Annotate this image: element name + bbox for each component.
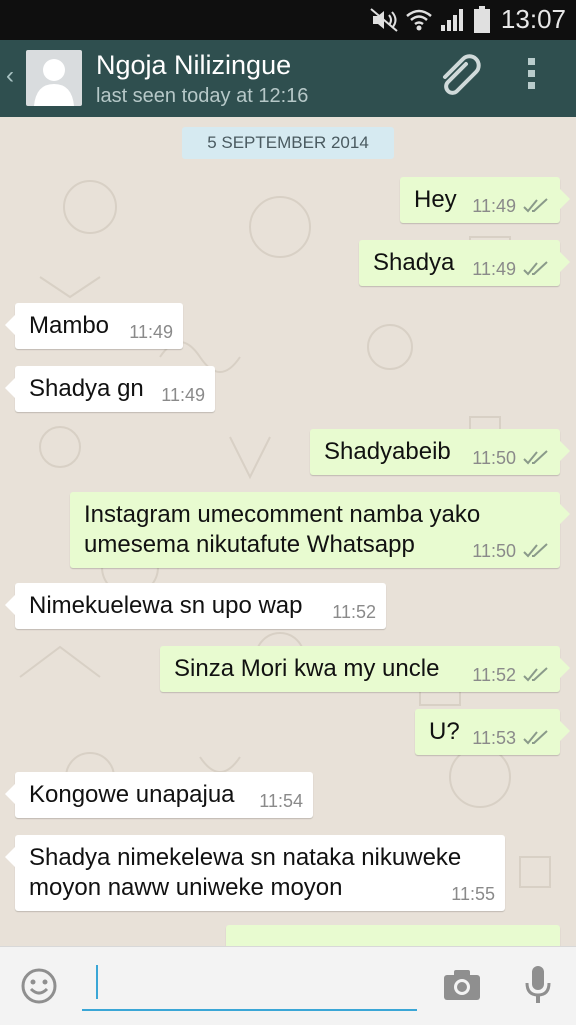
outgoing-message[interactable]: Shadya 11:49 [359,240,570,286]
text-cursor [96,965,98,999]
outgoing-message-partial[interactable] [226,925,560,946]
delivered-ticks-icon [523,730,548,745]
overflow-menu-icon[interactable] [528,58,538,94]
contact-name[interactable]: Ngoja Nilizingue [96,50,291,81]
outgoing-message[interactable]: U? 11:53 [415,709,570,755]
bubble-tail [5,784,15,804]
outgoing-message[interactable]: Hey 11:49 [400,177,570,223]
bubble-tail [560,658,570,678]
delivered-ticks-icon [523,450,548,465]
outgoing-message[interactable]: Shadyabeib 11:50 [310,429,570,475]
outgoing-message[interactable]: Sinza Mori kwa my uncle 11:52 [160,646,570,692]
incoming-message[interactable]: Kongowe unapajua 11:54 [5,772,313,818]
message-text: Mambo [29,312,110,339]
message-time: 11:53 [472,728,516,748]
signal-icon [441,9,463,31]
message-text: Instagram umecomment namba yako umesema … [84,501,481,558]
message-time: 11:49 [472,259,516,279]
camera-icon[interactable] [443,969,481,1006]
message-time: 11:52 [332,602,376,622]
message-text: Kongowe unapajua [29,781,235,808]
message-text: Shadya nimekelewa sn nataka nikuweke moy… [29,844,462,901]
message-text: Hey [414,186,457,213]
bubble-tail [560,721,570,741]
default-avatar-icon [34,59,74,106]
last-seen-status: last seen today at 12:16 [96,85,309,107]
message-time: 11:49 [129,322,173,342]
battery-icon [474,6,490,33]
mute-icon [370,8,398,32]
bubble-tail [560,252,570,272]
status-icons [369,4,491,36]
delivered-ticks-icon [523,543,548,558]
incoming-message[interactable]: Nimekuelewa sn upo wap 11:52 [5,583,386,629]
bubble-tail [5,315,15,335]
delivered-ticks-icon [523,198,548,213]
incoming-message[interactable]: Mambo 11:49 [5,303,183,349]
message-time: 11:49 [472,196,516,216]
delivered-ticks-icon [523,261,548,276]
status-time: 13:07 [500,4,566,34]
message-input[interactable] [82,959,417,1011]
chat-area[interactable]: 5 SEPTEMBER 2014 Hey 11:49 Shadya 11:49 Mamb… [0,117,576,946]
message-text: Shadyabeib [324,438,451,465]
bubble-tail [560,441,570,461]
message-text: Shadya [373,249,455,276]
message-time: 11:50 [472,541,516,561]
delivered-ticks-icon [523,667,548,682]
message-text: Shadya gn [29,375,144,402]
outgoing-message[interactable]: Instagram umecomment namba yako umesema … [70,492,570,568]
message-text: Nimekuelewa sn upo wap [29,592,303,619]
paperclip-icon[interactable] [436,54,484,107]
message-time: 11:55 [451,884,495,904]
incoming-message[interactable]: Shadya nimekelewa sn nataka nikuweke moy… [5,835,505,911]
avatar[interactable] [26,50,82,106]
date-separator: 5 SEPTEMBER 2014 [182,127,394,159]
bubble-tail [5,378,15,398]
bubble-tail [5,847,15,867]
back-arrow-icon[interactable]: ‹ [6,62,14,90]
message-text: U? [429,718,460,745]
compose-bar [0,946,576,1025]
message-time: 11:52 [472,665,516,685]
message-time: 11:50 [472,448,516,468]
message-text: Sinza Mori kwa my uncle [174,655,440,682]
microphone-icon[interactable] [525,965,551,1010]
bubble-tail [560,504,570,524]
wifi-icon [406,9,432,31]
bubble-tail [560,189,570,209]
incoming-message[interactable]: Shadya gn 11:49 [5,366,215,412]
conversation-header: ‹ Ngoja Nilizingue last seen today at 12… [0,40,576,117]
message-time: 11:49 [161,385,205,405]
emoji-icon[interactable] [20,967,58,1010]
bubble-tail [5,595,15,615]
status-bar: 13:07 [0,0,576,40]
message-time: 11:54 [259,791,303,811]
